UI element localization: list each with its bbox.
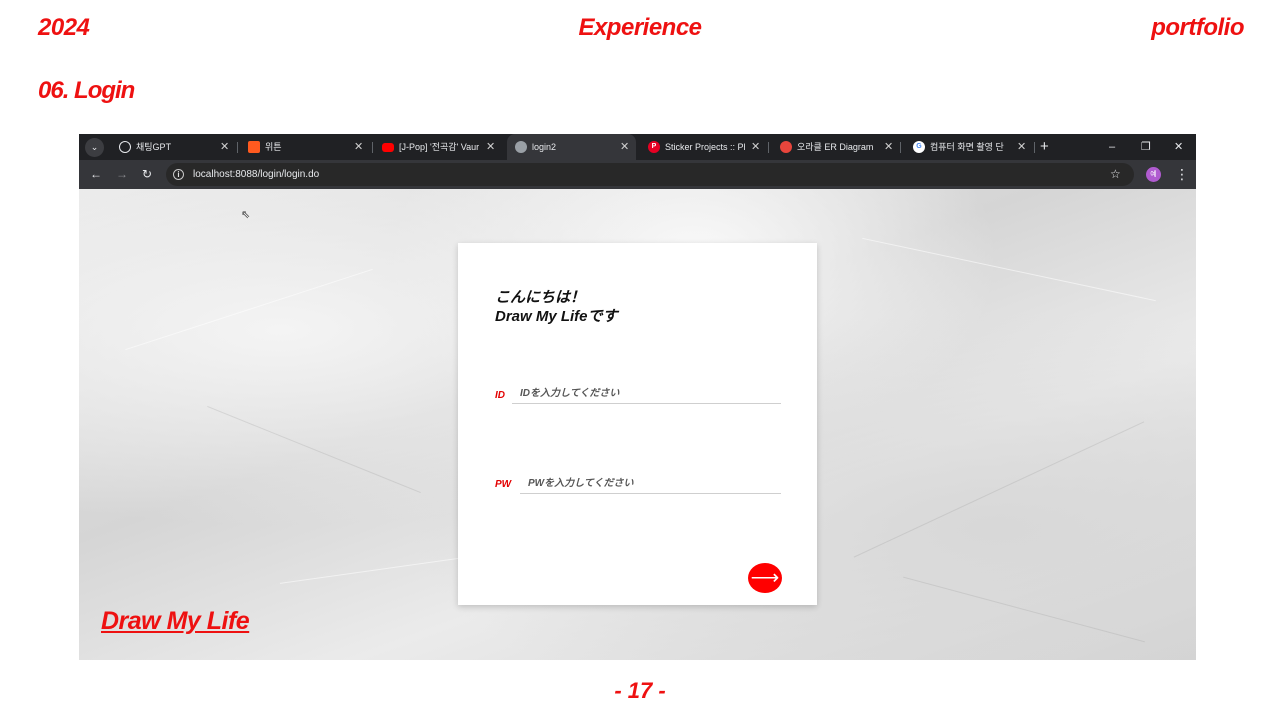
tab-login2[interactable]: login2 ✕ <box>507 134 636 160</box>
close-icon[interactable]: ✕ <box>751 134 760 160</box>
id-label: ID <box>495 390 505 401</box>
arrow-left-icon: ← <box>90 167 102 181</box>
paper-texture <box>853 421 1145 558</box>
login-card: こんにちは！ Draw My Lifeです ID PW ⟶ <box>458 243 817 605</box>
pinterest-icon: P <box>648 141 660 153</box>
tab-title: 오라클 ER Diagram <box>797 142 874 152</box>
tab-youtube[interactable]: [J-Pop] '전곡감' Vaur ✕ <box>374 134 500 160</box>
tab-google[interactable]: G 컴퓨터 화면 촬영 단 ✕ <box>905 134 1029 160</box>
id-input[interactable] <box>512 384 781 404</box>
paper-texture <box>279 555 479 584</box>
close-icon[interactable]: ✕ <box>884 134 893 160</box>
greeting: こんにちは！ Draw My Lifeです <box>495 288 618 326</box>
tab-oracle-er[interactable]: 오라클 ER Diagram ✕ <box>772 134 896 160</box>
browser-toolbar: ← → ↻ i localhost:8088/login/login.do ☆ … <box>79 160 1196 189</box>
tab-pinterest[interactable]: P Sticker Projects :: Ph ✕ <box>640 134 764 160</box>
arrow-right-icon: ⟶ <box>750 567 780 589</box>
back-button[interactable]: ← <box>90 160 102 189</box>
greeting-line-1: こんにちは！ <box>495 289 586 306</box>
paper-texture <box>903 576 1145 643</box>
section-title: 06. Login <box>38 77 135 104</box>
tab-title: [J-Pop] '전곡감' Vaur <box>399 142 480 152</box>
tab-separator <box>900 142 901 153</box>
globe-icon <box>515 141 527 153</box>
chatgpt-icon <box>119 141 131 153</box>
login-submit-button[interactable]: ⟶ <box>748 563 782 593</box>
url-text[interactable]: localhost:8088/login/login.do <box>193 163 319 186</box>
slide-header-portfolio: portfolio <box>1151 14 1244 41</box>
close-icon[interactable]: ✕ <box>620 134 629 160</box>
google-icon: G <box>913 141 925 153</box>
tab-chatgpt[interactable]: 채팅GPT ✕ <box>111 134 233 160</box>
tab-title: 컴퓨터 화면 촬영 단 <box>930 142 1004 152</box>
pw-input[interactable] <box>520 474 781 494</box>
close-icon[interactable]: ✕ <box>220 134 229 160</box>
close-icon[interactable]: ✕ <box>486 134 495 160</box>
info-icon[interactable]: i <box>173 169 184 180</box>
slide-header-title: Experience <box>578 14 702 41</box>
browser-window: ⌄ 채팅GPT ✕ 위튼 ✕ [J-Pop] '전곡감' Vaur ✕ logi… <box>79 134 1196 660</box>
profile-avatar[interactable]: 예 <box>1146 167 1161 182</box>
window-close-button[interactable]: ✕ <box>1174 134 1183 160</box>
tab-separator <box>768 142 769 153</box>
paper-texture <box>207 405 421 494</box>
pw-label: PW <box>495 479 512 490</box>
bookmark-star-icon[interactable]: ☆ <box>1110 160 1121 189</box>
tab-search-button[interactable]: ⌄ <box>85 138 104 157</box>
site-icon <box>780 141 792 153</box>
address-bar[interactable]: i localhost:8088/login/login.do <box>166 163 1134 186</box>
close-icon[interactable]: ✕ <box>1017 134 1026 160</box>
close-icon[interactable]: ✕ <box>354 134 363 160</box>
arrow-right-icon: → <box>116 167 128 181</box>
tab-title: 위튼 <box>265 142 282 152</box>
page-number: - 17 - <box>614 678 666 703</box>
page-viewport: ⇖ こんにちは！ Draw My Lifeです ID PW ⟶ Draw My … <box>79 189 1196 660</box>
tab-title: 채팅GPT <box>136 142 172 152</box>
mouse-cursor-icon: ⇖ <box>241 209 251 221</box>
paper-texture <box>125 268 373 351</box>
reload-icon: ↻ <box>142 167 153 181</box>
minimize-button[interactable]: – <box>1109 134 1115 160</box>
restore-button[interactable]: ❐ <box>1141 134 1151 160</box>
tab-title: login2 <box>532 142 557 152</box>
tab-bar: ⌄ 채팅GPT ✕ 위튼 ✕ [J-Pop] '전곡감' Vaur ✕ logi… <box>79 134 1196 160</box>
paper-texture <box>862 237 1156 302</box>
forward-button[interactable]: → <box>116 160 128 189</box>
tab-separator <box>372 142 373 153</box>
app-icon <box>248 141 260 153</box>
new-tab-button[interactable]: + <box>1040 134 1049 160</box>
reload-button[interactable]: ↻ <box>142 160 152 189</box>
tab-title: Sticker Projects :: Ph <box>665 142 745 152</box>
chevron-down-icon: ⌄ <box>90 142 99 152</box>
tab-separator <box>237 142 238 153</box>
tab-app[interactable]: 위튼 ✕ <box>240 134 368 160</box>
kebab-menu-icon[interactable]: ⋮ <box>1175 160 1189 189</box>
greeting-line-2: Draw My Lifeです <box>495 308 618 325</box>
tab-separator <box>1034 142 1035 153</box>
brand-logo[interactable]: Draw My Life <box>101 607 250 636</box>
youtube-icon <box>382 143 394 152</box>
